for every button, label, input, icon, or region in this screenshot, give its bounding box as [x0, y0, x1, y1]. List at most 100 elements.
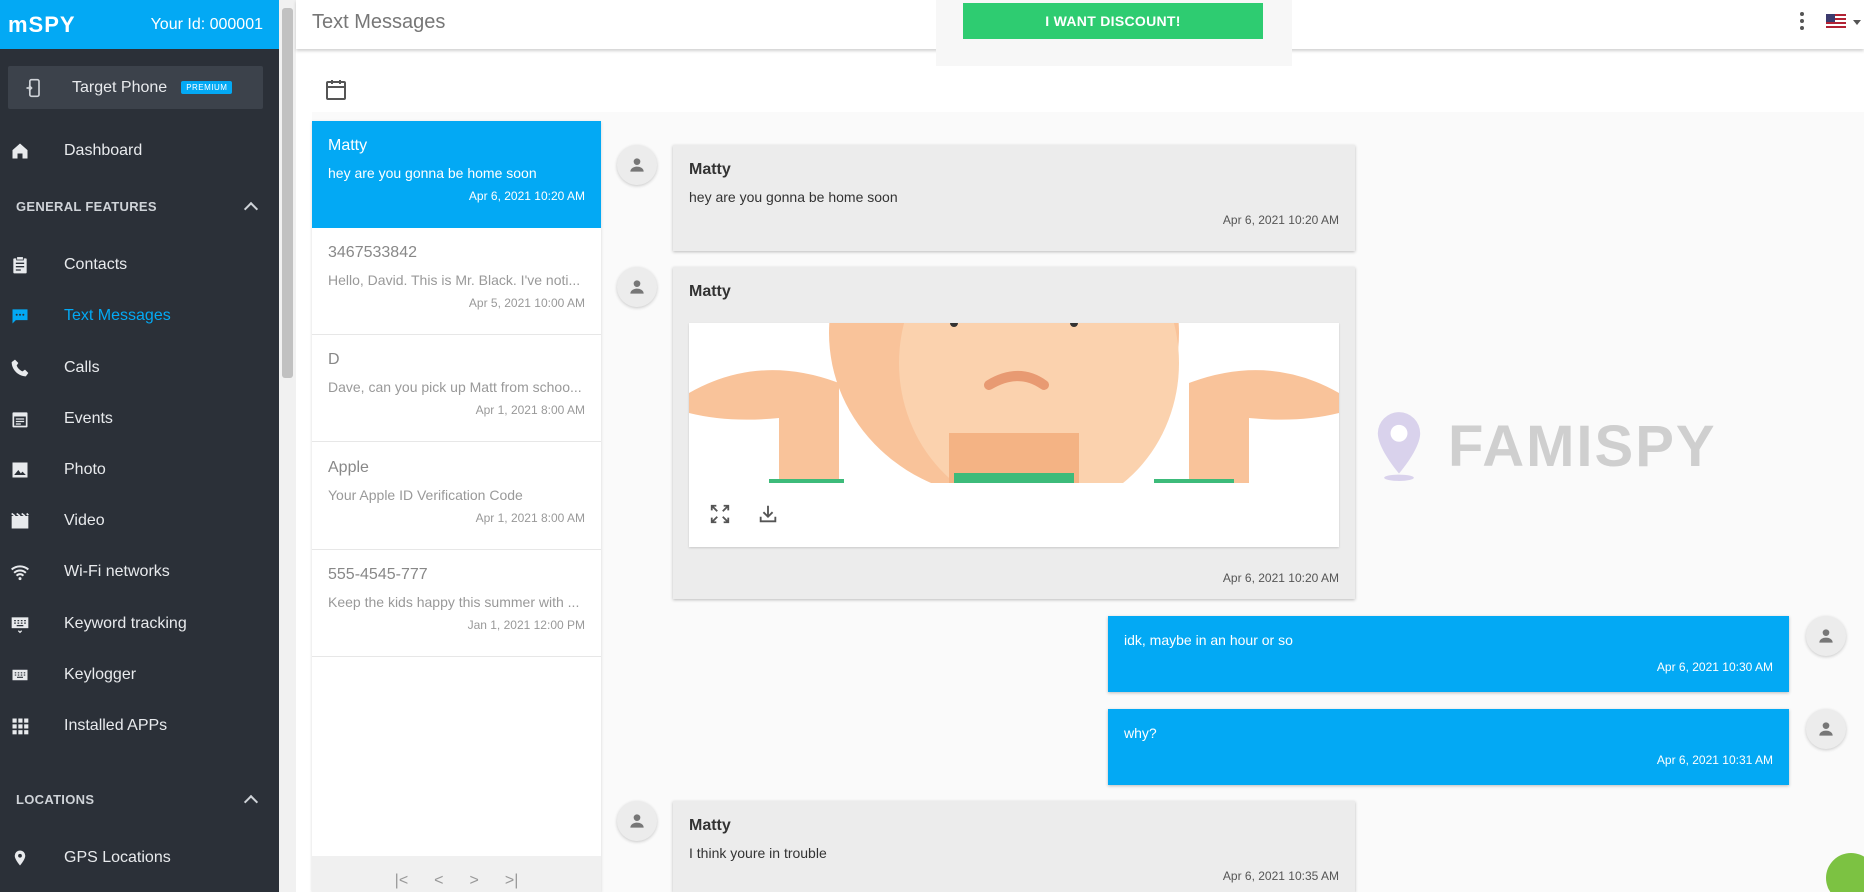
next-page-button[interactable]: >	[470, 872, 479, 890]
image-actions	[709, 503, 779, 525]
message-bubble-incoming: Matty I think youre in trouble Apr 6, 20…	[673, 801, 1355, 892]
brand-bar: mSPY Your Id: 000001	[0, 0, 279, 49]
nav-calls-label: Calls	[64, 359, 100, 376]
image-attachment	[689, 323, 1339, 547]
avatar	[1806, 616, 1846, 656]
nav-keyword-tracking[interactable]: Keyword tracking	[0, 604, 279, 644]
nav-text-messages-label: Text Messages	[64, 307, 171, 324]
attachment-image[interactable]	[689, 323, 1339, 483]
conversation-time: Apr 6, 2021 10:20 AM	[468, 189, 585, 203]
conversation-preview: Keep the kids happy this summer with ...	[328, 594, 580, 610]
chat-icon	[10, 306, 30, 326]
chevron-up-icon	[243, 201, 259, 217]
pagination: |< < > >|	[312, 856, 601, 892]
person-icon	[630, 158, 644, 172]
keyboard-icon	[10, 665, 30, 685]
message-bubble-outgoing: why? Apr 6, 2021 10:31 AM	[1108, 709, 1789, 785]
conversation-name: Matty	[328, 137, 368, 154]
message-time: Apr 6, 2021 10:35 AM	[1222, 869, 1339, 883]
clipboard-icon	[10, 255, 30, 275]
avatar	[617, 145, 657, 185]
phone-icon	[10, 358, 30, 378]
conversation-name: 555-4545-777	[328, 566, 428, 583]
nav-installed-apps-label: Installed APPs	[64, 717, 168, 734]
nav-text-messages[interactable]: Text Messages	[0, 296, 279, 336]
message-time: Apr 6, 2021 10:20 AM	[1222, 571, 1339, 585]
nav-video[interactable]: Video	[0, 501, 279, 541]
avatar	[617, 267, 657, 307]
caret-down-icon[interactable]	[1853, 20, 1861, 25]
conversation-item[interactable]: Matty hey are you gonna be home soon Apr…	[312, 121, 601, 228]
message-sender: Matty	[689, 161, 731, 178]
first-page-button[interactable]: |<	[395, 872, 409, 890]
conversation-item[interactable]: 3467533842 Hello, David. This is Mr. Bla…	[312, 228, 601, 335]
person-icon	[630, 280, 644, 294]
calendar-icon[interactable]	[324, 78, 348, 102]
kebab-icon[interactable]	[1800, 12, 1804, 32]
calendar-icon	[10, 409, 30, 429]
keyboard-icon	[10, 614, 30, 634]
target-phone-selector[interactable]: Target Phone PREMIUM	[8, 66, 263, 109]
nav-contacts-label: Contacts	[64, 256, 128, 273]
nav-keylogger[interactable]: Keylogger	[0, 655, 279, 695]
nav-contacts[interactable]: Contacts	[0, 245, 279, 285]
nav-installed-apps[interactable]: Installed APPs	[0, 706, 279, 746]
conversation-preview: hey are you gonna be home soon	[328, 165, 537, 181]
nav-photo-label: Photo	[64, 461, 106, 478]
conversation-item[interactable]: Apple Your Apple ID Verification Code Ap…	[312, 443, 601, 550]
conversation-list: Matty hey are you gonna be home soon Apr…	[312, 121, 601, 892]
conversation-time: Apr 5, 2021 10:00 AM	[468, 296, 585, 310]
section-locations[interactable]: LOCATIONS	[16, 792, 259, 810]
nav-events[interactable]: Events	[0, 399, 279, 439]
message-time: Apr 6, 2021 10:20 AM	[1222, 213, 1339, 227]
conversation-name: 3467533842	[328, 244, 417, 261]
sidebar: mSPY Your Id: 000001 Target Phone PREMIU…	[0, 0, 279, 892]
message-bubble-incoming: Matty Apr 6, 2021 10:20 AM	[673, 267, 1355, 599]
conversation-preview: Hello, David. This is Mr. Black. I've no…	[328, 272, 581, 288]
page-title: Text Messages	[312, 11, 446, 33]
nav-events-label: Events	[64, 410, 113, 427]
message-text: I think youre in trouble	[689, 845, 827, 861]
download-icon[interactable]	[757, 503, 779, 525]
top-header: Text Messages I WANT DISCOUNT!	[296, 0, 1864, 66]
section-general-label: GENERAL FEATURES	[16, 199, 157, 214]
conversation-time: Apr 1, 2021 8:00 AM	[475, 511, 585, 525]
person-icon	[1819, 629, 1833, 643]
section-general-features[interactable]: GENERAL FEATURES	[16, 199, 259, 217]
message-sender: Matty	[689, 283, 731, 300]
conversation-name: D	[328, 351, 340, 368]
chevron-up-icon	[243, 794, 259, 810]
video-icon	[10, 511, 30, 531]
discount-button[interactable]: I WANT DISCOUNT!	[963, 3, 1263, 39]
conversation-item[interactable]: D Dave, can you pick up Matt from schoo.…	[312, 335, 601, 442]
target-phone-label: Target Phone	[72, 78, 168, 96]
nav-wifi-networks[interactable]: Wi-Fi networks	[0, 552, 279, 592]
nav-photo[interactable]: Photo	[0, 450, 279, 490]
nav-calls[interactable]: Calls	[0, 348, 279, 388]
apps-grid-icon	[10, 716, 30, 736]
message-text: why?	[1124, 725, 1157, 741]
conversation-preview: Your Apple ID Verification Code	[328, 487, 523, 503]
phone-sync-icon	[26, 78, 40, 97]
nav-gps-locations[interactable]: GPS Locations	[0, 838, 279, 878]
message-bubble-incoming: Matty hey are you gonna be home soon Apr…	[673, 145, 1355, 251]
famispy-watermark: FAMISPY	[1372, 410, 1717, 482]
us-flag-icon[interactable]	[1826, 14, 1846, 28]
person-icon	[1819, 722, 1833, 736]
sidebar-scrollbar-thumb[interactable]	[282, 8, 293, 378]
nav-gps-label: GPS Locations	[64, 849, 171, 866]
message-time: Apr 6, 2021 10:31 AM	[1656, 753, 1773, 767]
last-page-button[interactable]: >|	[505, 872, 519, 890]
fullscreen-icon[interactable]	[709, 503, 731, 525]
home-icon	[10, 141, 30, 161]
nav-dashboard[interactable]: Dashboard	[0, 131, 279, 171]
nav-wifi-label: Wi-Fi networks	[64, 563, 170, 580]
mspy-logo[interactable]: mSPY	[8, 12, 76, 38]
conversation-item[interactable]: 555-4545-777 Keep the kids happy this su…	[312, 550, 601, 657]
wifi-icon	[10, 562, 30, 582]
message-bubble-outgoing: idk, maybe in an hour or so Apr 6, 2021 …	[1108, 616, 1789, 692]
person-icon	[630, 814, 644, 828]
prev-page-button[interactable]: <	[434, 872, 443, 890]
message-sender: Matty	[689, 817, 731, 834]
conversation-time: Apr 1, 2021 8:00 AM	[475, 403, 585, 417]
